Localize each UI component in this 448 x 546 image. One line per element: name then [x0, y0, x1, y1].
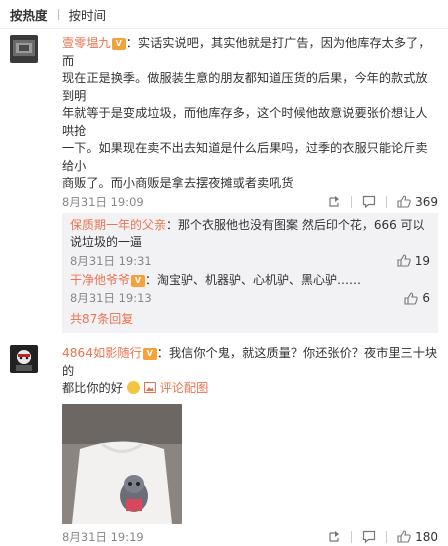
- comment-meta: 8月31日 19:09 369: [62, 193, 438, 211]
- like-button[interactable]: 19: [397, 254, 430, 268]
- share-icon: [329, 196, 340, 207]
- timestamp: 8月31日 19:19: [62, 529, 144, 544]
- username[interactable]: 4864如影随行: [62, 346, 142, 360]
- comment-line: 年就等于是变成垃圾，而他库存多，这个时候他故意说要张价想让人哄抢: [62, 106, 428, 138]
- comment-icon: [362, 195, 376, 208]
- reply-meta: 8月31日 19:13 6: [70, 289, 430, 307]
- divider: [386, 530, 388, 543]
- smile-emoji-icon: [126, 381, 140, 394]
- timestamp: 8月31日 19:31: [70, 253, 152, 268]
- share-icon: [329, 531, 340, 542]
- divider: [351, 195, 353, 208]
- like-count: 369: [415, 194, 438, 209]
- avatar[interactable]: [10, 345, 38, 373]
- thumbs-up-icon: [397, 254, 411, 267]
- username[interactable]: 干净他爷爷: [70, 273, 130, 287]
- vip-badge-icon: V: [111, 38, 126, 50]
- reply-text: ：淘宝驴、机器驴、心机驴、黑心驴……: [145, 272, 362, 287]
- comment-text: 壹零塭九 V ：实话实说吧，其实他就是打广告，因为他库存太多了，而 现在正是换季。做…: [62, 35, 438, 193]
- comment-meta: 8月31日 19:19 180: [62, 528, 438, 546]
- comment-text: 4864如影随行 V ：我信你个鬼，就这质量？你还张价？夜市里三十块的 都比你的好 …: [62, 345, 438, 398]
- reply-text: ：那个衣服他也没有图案 然后印个花，666 可以: [166, 217, 425, 232]
- like-count: 180: [415, 529, 438, 544]
- divider: [351, 530, 353, 543]
- reply-item: 干净他爷爷 V ：淘宝驴、机器驴、心机驴、黑心驴…… 8月31日 19:13 6: [70, 272, 430, 308]
- more-replies-link[interactable]: 共87条回复: [70, 309, 430, 329]
- reply-list: 保质期一年的父亲：那个衣服他也没有图案 然后印个花，666 可以 说垃圾的一逼 …: [62, 212, 438, 333]
- comment-image-link[interactable]: 评论配图: [160, 381, 209, 395]
- comment-item: 4864如影随行 V ：我信你个鬼，就这质量？你还张价？夜市里三十块的 都比你的好 …: [0, 333, 448, 546]
- thumbs-up-icon: [397, 195, 411, 208]
- like-button[interactable]: 369: [397, 195, 438, 209]
- thumbs-up-icon: [397, 530, 411, 543]
- reply-text: 说垃圾的一逼: [70, 235, 143, 249]
- image-icon: [143, 382, 156, 393]
- like-count: 6: [422, 291, 430, 305]
- comment-photo[interactable]: [62, 403, 182, 524]
- timestamp: 8月31日 19:13: [70, 291, 152, 305]
- comment-line: 商贩了。而小商贩是拿去摆夜摊或者卖吼货: [62, 176, 294, 190]
- like-count: 19: [414, 253, 430, 268]
- comment-item: 壹零塭九 V ：实话实说吧，其实他就是打广告，因为他库存太多了，而 现在正是换季。做…: [0, 29, 448, 333]
- thumbs-up-icon: [404, 291, 419, 305]
- username[interactable]: 壹零塭九: [62, 36, 111, 50]
- timestamp: 8月31日 19:09: [62, 194, 144, 209]
- username[interactable]: 保质期一年的父亲: [70, 218, 166, 232]
- comment-button[interactable]: [362, 195, 376, 208]
- sort-hot-tab[interactable]: 按热度: [10, 5, 48, 24]
- sort-bar: 按热度 按时间: [0, 0, 448, 29]
- comment-button[interactable]: [362, 530, 376, 543]
- divider: [57, 8, 59, 20]
- like-button[interactable]: 6: [404, 291, 430, 305]
- avatar[interactable]: [10, 35, 38, 63]
- reply-meta: 8月31日 19:31 19: [70, 252, 430, 270]
- comment-line: 一下。如果现在卖不出去知道是什么后果吗，过季的衣服只能论斤卖给小: [62, 141, 428, 173]
- comment-icon: [362, 530, 376, 543]
- comment-line: 都比你的好: [62, 381, 123, 395]
- vip-badge-icon: V: [131, 274, 146, 287]
- vip-badge-icon: V: [142, 348, 157, 360]
- reply-item: 保质期一年的父亲：那个衣服他也没有图案 然后印个花，666 可以 说垃圾的一逼 …: [70, 217, 430, 270]
- comment-line: 现在正是换季。做服装生意的朋友都知道压货的后果，今年的款式放到明: [62, 71, 428, 103]
- sort-time-tab[interactable]: 按时间: [69, 5, 107, 24]
- like-button[interactable]: 180: [397, 530, 438, 544]
- share-button[interactable]: [328, 530, 341, 543]
- divider: [386, 195, 388, 208]
- share-button[interactable]: [328, 195, 341, 208]
